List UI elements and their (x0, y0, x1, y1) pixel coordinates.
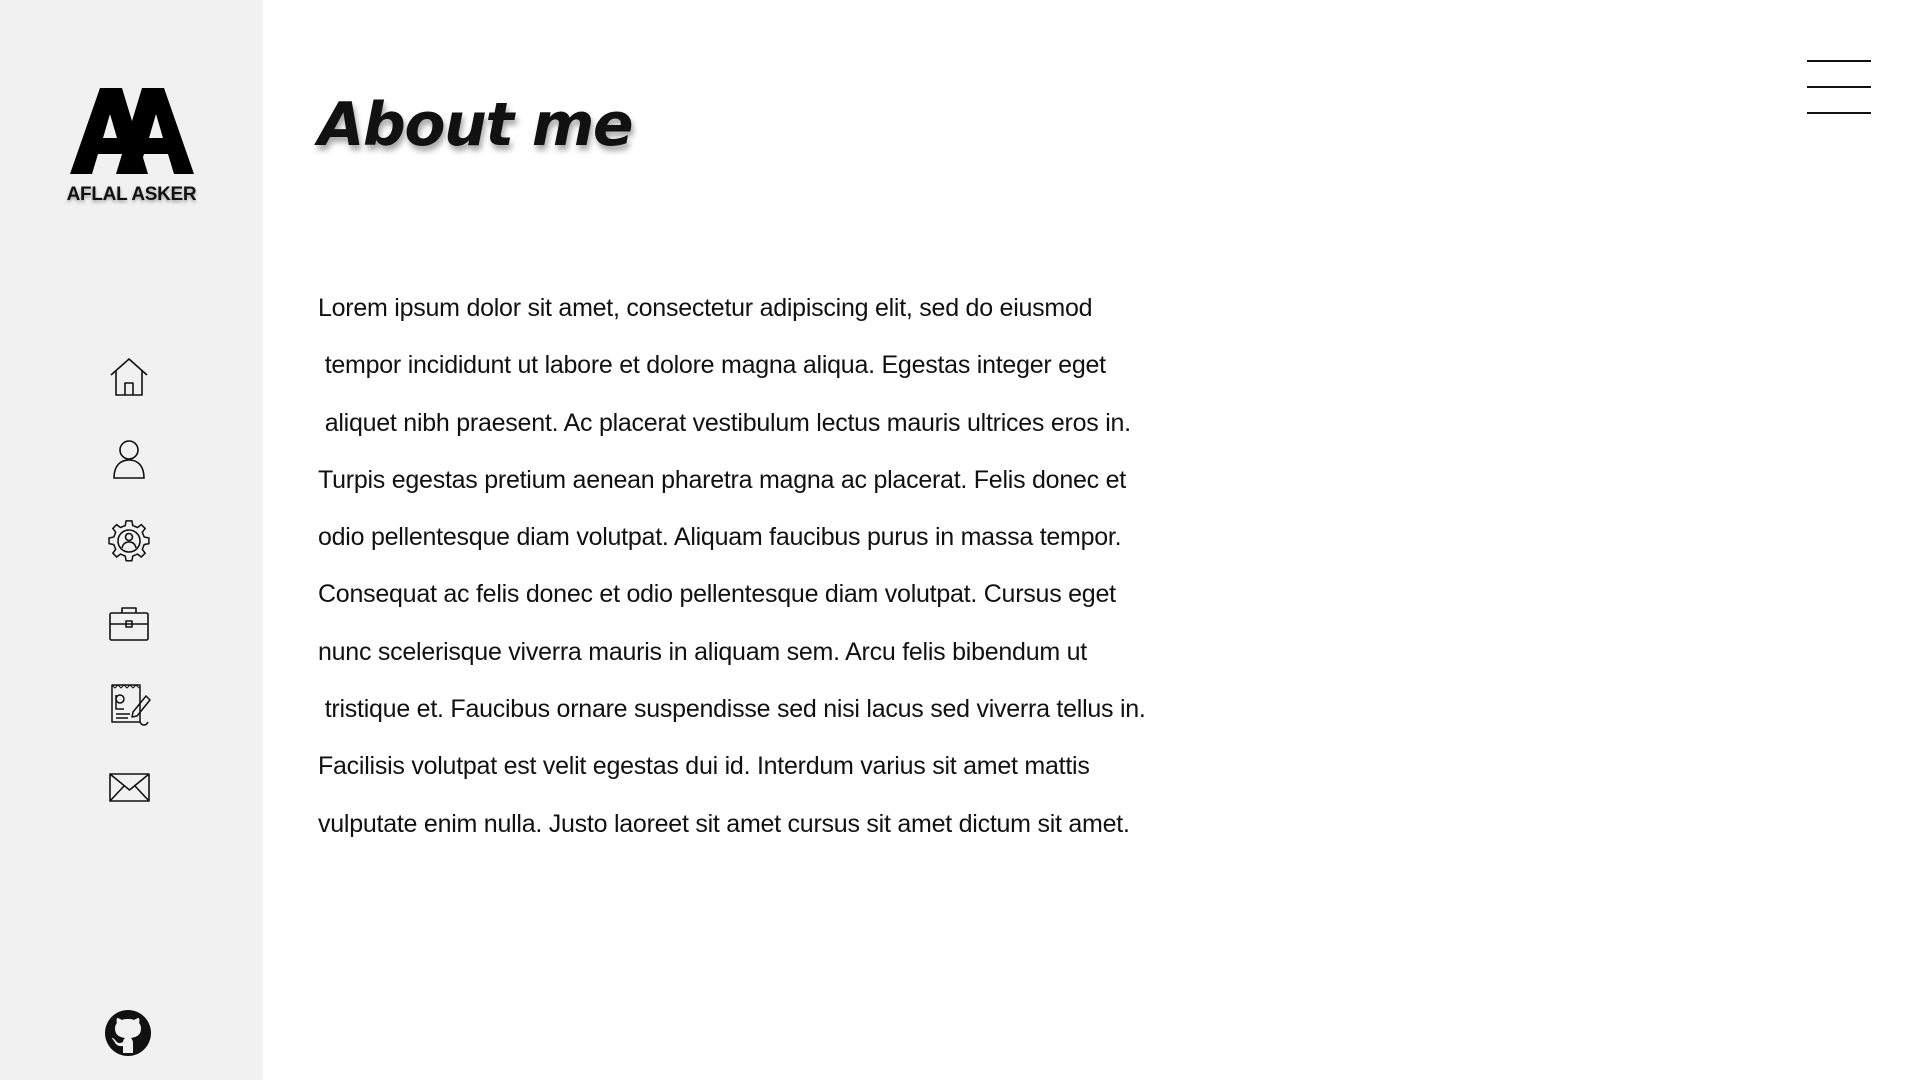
paragraph-line: aliquet nibh praesent. Ac placerat vesti… (318, 408, 1131, 437)
nav-item-skills[interactable] (0, 516, 263, 598)
sidebar: AA AFLAL ASKER (0, 0, 263, 1080)
sidebar-nav (0, 352, 263, 844)
logo[interactable]: AA AFLAL ASKER (0, 88, 263, 206)
skills-gear-icon (108, 520, 150, 562)
nav-item-home[interactable] (0, 352, 263, 434)
paragraph-line: Facilisis volutpat est velit egestas dui… (318, 752, 1090, 781)
resume-edit-icon (111, 684, 151, 726)
nav-item-about[interactable] (0, 434, 263, 516)
page: AA AFLAL ASKER (0, 0, 1920, 1080)
paragraph-line: tristique et. Faucibus ornare suspendiss… (318, 695, 1146, 724)
nav-item-resume[interactable] (0, 680, 263, 762)
paragraph-line: nunc scelerisque viverra mauris in aliqu… (318, 637, 1087, 666)
about-paragraph: Lorem ipsum dolor sit amet, consectetur … (318, 280, 1218, 853)
github-icon[interactable] (104, 1009, 152, 1057)
nav-item-work[interactable] (0, 598, 263, 680)
user-icon (113, 440, 145, 479)
home-icon (110, 358, 148, 396)
paragraph-line: vulputate enim nulla. Justo laoreet sit … (318, 809, 1130, 838)
paragraph-line: Consequat ac felis donec et odio pellent… (318, 580, 1116, 609)
paragraph-line: tempor incididunt ut labore et dolore ma… (318, 351, 1106, 380)
logo-name: AFLAL ASKER (66, 184, 197, 205)
paragraph-line: Turpis egestas pretium aenean pharetra m… (318, 465, 1126, 494)
paragraph-line: odio pellentesque diam volutpat. Aliquam… (318, 523, 1122, 552)
paragraph-line: Lorem ipsum dolor sit amet, consectetur … (318, 294, 1093, 322)
logo-monogram: AA (69, 88, 194, 174)
briefcase-icon (109, 607, 149, 641)
nav-item-contact[interactable] (0, 762, 263, 844)
mail-icon (109, 773, 150, 802)
page-title: About me (318, 90, 634, 160)
hamburger-menu-icon[interactable] (1807, 58, 1871, 116)
